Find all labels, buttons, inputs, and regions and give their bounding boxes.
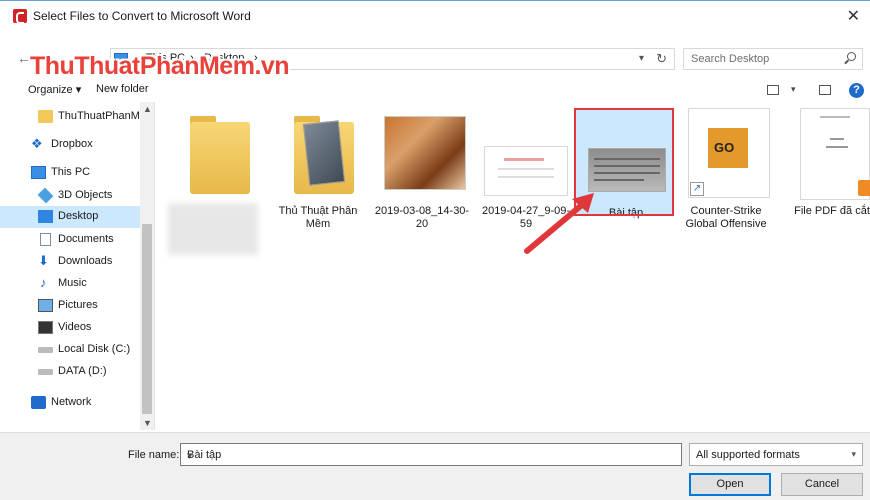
sidebar-item-label: Dropbox — [51, 138, 93, 150]
sidebar-item-downloads[interactable]: ⬇ Downloads — [0, 251, 140, 273]
sidebar-item-label: Local Disk (C:) — [58, 343, 131, 355]
file-item[interactable]: File PDF đã cắt — [782, 108, 870, 233]
back-arrow-icon[interactable]: ← — [17, 50, 31, 66]
command-bar: Organize ▾ New folder ▾ ? — [0, 80, 870, 102]
scroll-up-icon[interactable]: ▲ — [143, 104, 152, 114]
image-thumbnail — [380, 108, 466, 200]
file-type-value: All supported formats — [696, 449, 800, 461]
sidebar-item-thuthuatphanmem[interactable]: ThuThuatPhanM — [0, 106, 140, 128]
file-item[interactable]: 2019-03-08_14-30-20 — [372, 108, 472, 233]
search-input[interactable]: Search Desktop — [683, 48, 863, 70]
organize-button[interactable]: Organize ▾ — [28, 83, 81, 96]
file-item[interactable]: Thủ Thuật Phân Mềm — [268, 108, 368, 233]
file-name: Counter-Strike Global Offensive — [685, 205, 767, 230]
search-placeholder: Search Desktop — [691, 53, 770, 65]
sidebar-item-label: DATA (D:) — [58, 365, 107, 377]
shortcut-arrow-icon: ↗ — [690, 182, 704, 196]
sidebar-item-label: Videos — [58, 321, 92, 333]
disk-icon — [38, 347, 53, 353]
file-item[interactable]: GO ↗ Counter-Strike Global Offensive — [676, 108, 776, 233]
cancel-button[interactable]: Cancel — [781, 473, 863, 496]
sidebar-item-label: Music — [58, 277, 87, 289]
refresh-icon[interactable]: ↻ — [656, 51, 667, 67]
folder-thumbnail — [276, 108, 362, 200]
blurred-label — [168, 203, 258, 255]
sidebar-item-data-d[interactable]: DATA (D:) — [0, 361, 140, 383]
file-name: 2019-04-27_9-09-59 — [481, 205, 571, 230]
pdf-thumbnail — [790, 108, 870, 200]
navigation-pane: ThuThuatPhanM ❖ Dropbox This PC 3D Objec… — [0, 102, 155, 430]
download-icon: ⬇ — [38, 253, 49, 268]
preview-pane-icon[interactable] — [819, 85, 831, 95]
music-icon: ♪ — [40, 275, 47, 290]
file-name-input[interactable]: Bài tập ▾ — [180, 443, 682, 466]
title-bar: Select Files to Convert to Microsoft Wor… — [0, 0, 870, 30]
folder-icon — [38, 110, 53, 123]
sidebar-item-music[interactable]: ♪ Music — [0, 273, 140, 295]
sidebar-item-label: Network — [51, 396, 92, 408]
network-icon — [31, 396, 46, 409]
sidebar-item-local-disk-c[interactable]: Local Disk (C:) — [0, 339, 140, 361]
watermark-logo: ThuThuatPhanMem.vn — [30, 52, 290, 80]
sidebar-item-label: Downloads — [58, 255, 113, 267]
file-item-selected[interactable]: Bài tập — [576, 110, 672, 219]
file-name: Bài tập — [608, 207, 644, 219]
window-title: Select Files to Convert to Microsoft Wor… — [33, 9, 251, 23]
sidebar-item-label: Documents — [58, 233, 114, 245]
new-folder-button[interactable]: New folder — [96, 83, 149, 95]
close-icon[interactable]: ✕ — [847, 6, 860, 26]
image-thumbnail — [484, 108, 570, 200]
file-name: Thủ Thuật Phân Mềm — [278, 205, 358, 230]
sidebar-item-3d-objects[interactable]: 3D Objects — [0, 185, 140, 207]
sidebar-item-label: This PC — [51, 166, 91, 178]
view-options-icon[interactable] — [767, 85, 779, 95]
chevron-down-icon[interactable]: ▾ — [851, 449, 856, 460]
sidebar-item-label: Desktop — [58, 210, 99, 222]
desktop-icon — [38, 210, 53, 223]
disk-icon — [38, 369, 53, 375]
scroll-down-icon[interactable]: ▼ — [143, 418, 152, 428]
dropbox-icon: ❖ — [31, 136, 43, 151]
file-item[interactable] — [164, 108, 264, 255]
sidebar-item-this-pc[interactable]: This PC — [0, 162, 140, 184]
bottom-panel: File name: Bài tập ▾ All supported forma… — [0, 432, 870, 500]
pictures-icon — [38, 299, 53, 312]
sidebar-item-dropbox[interactable]: ❖ Dropbox — [0, 134, 140, 156]
sidebar-item-label: 3D Objects — [58, 189, 113, 201]
cube-icon — [37, 187, 54, 204]
document-icon — [40, 233, 51, 246]
search-icon — [847, 52, 856, 61]
sidebar-item-label: Pictures — [58, 299, 98, 311]
chevron-down-icon[interactable]: ▾ — [187, 449, 675, 462]
csgo-logo: GO — [714, 140, 735, 155]
image-thumbnail — [584, 110, 670, 202]
open-button[interactable]: Open — [689, 473, 771, 496]
sidebar-item-videos[interactable]: Videos — [0, 317, 140, 339]
file-item[interactable]: 2019-04-27_9-09-59 — [476, 108, 576, 233]
shortcut-thumbnail: GO ↗ — [684, 108, 770, 200]
file-name: File PDF đã cắt — [794, 205, 870, 217]
pc-icon — [31, 166, 46, 179]
help-icon[interactable]: ? — [849, 83, 864, 98]
app-icon — [13, 9, 27, 24]
video-icon — [38, 321, 53, 334]
file-list: Thủ Thuật Phân Mềm 2019-03-08_14-30-20 2… — [160, 102, 870, 432]
file-name-label: File name: — [128, 449, 180, 461]
file-name: 2019-03-08_14-30-20 — [374, 205, 470, 230]
sidebar-item-label: ThuThuatPhanM — [58, 110, 140, 122]
sidebar-item-documents[interactable]: Documents — [0, 229, 140, 251]
scroll-thumb[interactable] — [142, 224, 152, 414]
chevron-down-icon[interactable]: ▾ — [791, 84, 796, 95]
file-type-select[interactable]: All supported formats ▾ — [689, 443, 863, 466]
sidebar-item-network[interactable]: Network — [0, 392, 140, 414]
sidebar-item-desktop[interactable]: Desktop — [0, 206, 140, 228]
folder-thumbnail — [172, 108, 258, 200]
sidebar-scrollbar[interactable]: ▲ ▼ — [140, 102, 154, 430]
chevron-down-icon[interactable]: ▾ — [639, 53, 644, 64]
pdf-app-icon — [858, 180, 870, 196]
sidebar-item-pictures[interactable]: Pictures — [0, 295, 140, 317]
